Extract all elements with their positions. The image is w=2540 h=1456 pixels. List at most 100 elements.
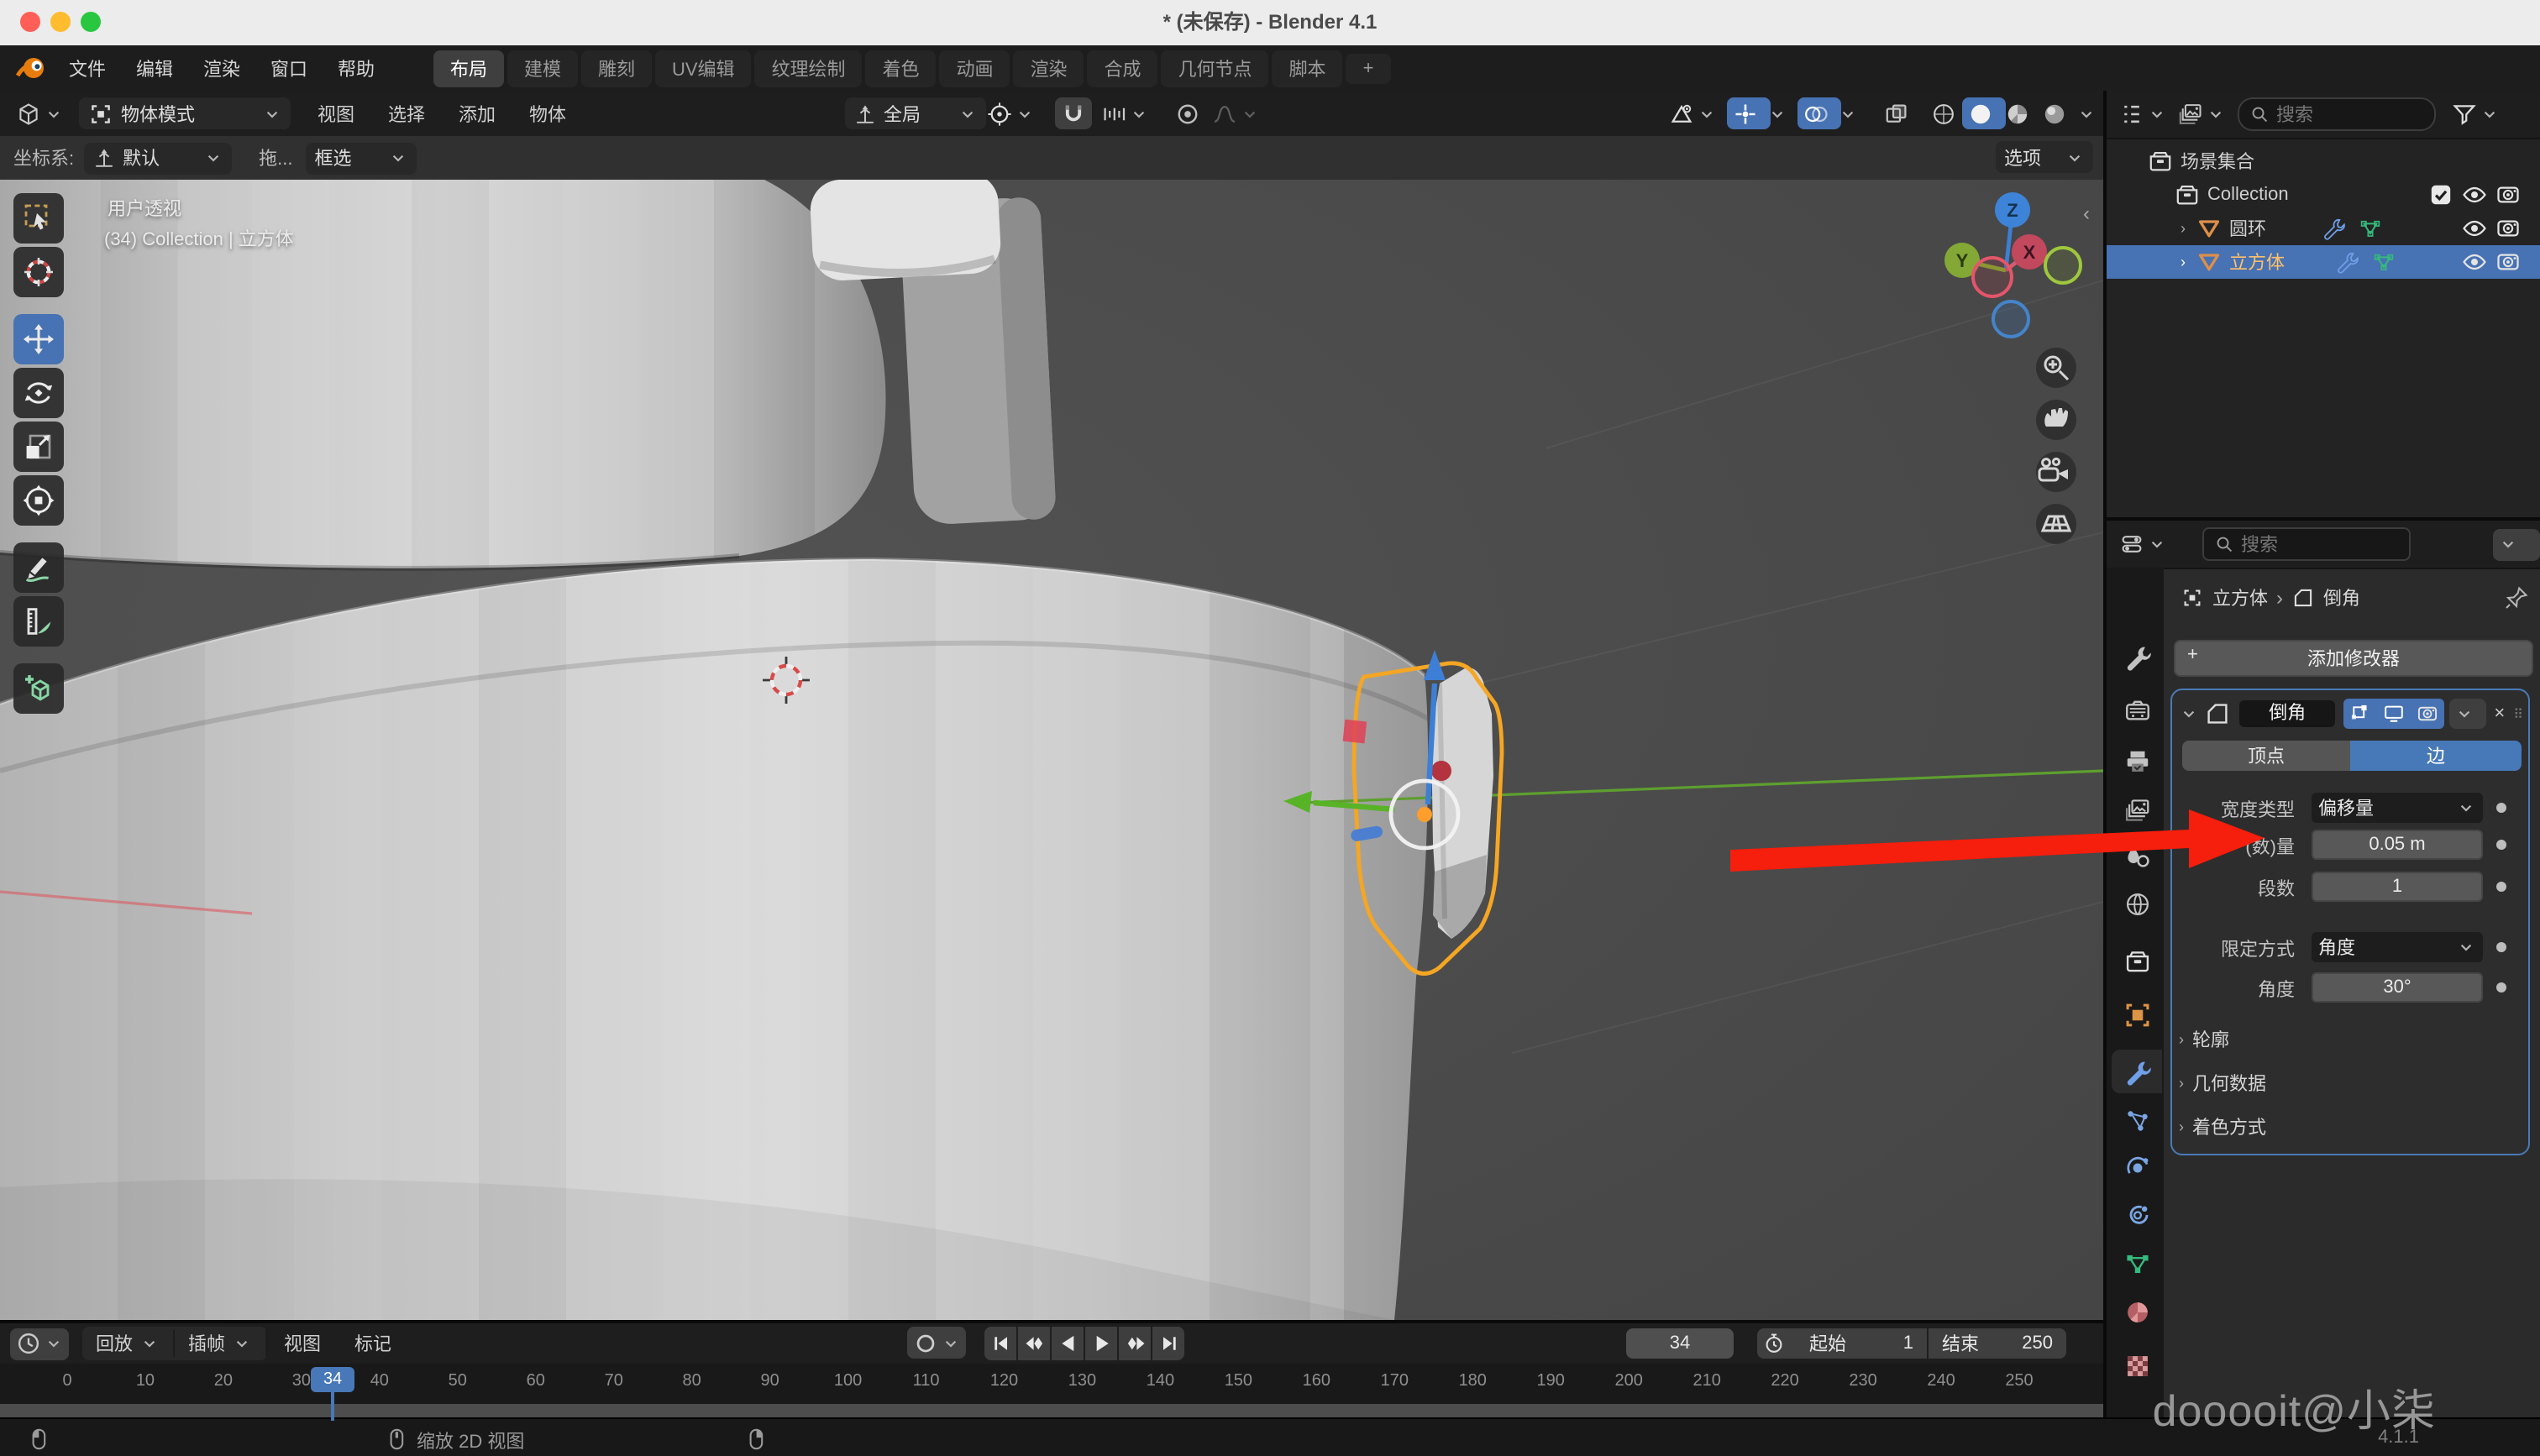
snap-toggle[interactable] [1055, 97, 1092, 129]
breadcrumb-modifier[interactable]: 倒角 [2323, 584, 2360, 611]
drag-handle-icon[interactable]: ⠿ [2513, 706, 2525, 721]
blender-logo-icon[interactable] [13, 51, 47, 85]
workspace-tab-渲染[interactable]: 渲染 [1014, 50, 1084, 86]
outliner-filter-button[interactable] [2446, 98, 2505, 130]
gizmo-dropdown[interactable] [1762, 97, 1794, 129]
viewport-menu-视图[interactable]: 视图 [301, 100, 371, 127]
workspace-tab-+[interactable]: + [1346, 53, 1391, 83]
outliner-display-mode-button[interactable] [2172, 98, 2231, 130]
snap-settings-button[interactable] [1095, 97, 1154, 129]
expand-icon[interactable]: › [2181, 254, 2186, 270]
camera-icon[interactable] [2495, 215, 2522, 242]
orientation-dropdown[interactable]: 全局 [845, 97, 986, 129]
viewport-menu-添加[interactable]: 添加 [442, 100, 512, 127]
decorator-dot[interactable] [2496, 840, 2506, 850]
menu-帮助[interactable]: 帮助 [323, 55, 390, 81]
viewport-canvas[interactable]: Z X Y ‹ 用户透视 (34) Collection | 立方体 [0, 180, 2103, 1320]
section-着色方式[interactable]: ›着色方式 [2179, 1113, 2266, 1140]
properties-tab-material[interactable] [2112, 1290, 2162, 1333]
properties-options-button[interactable] [2493, 528, 2540, 560]
workspace-tab-UV编辑[interactable]: UV编辑 [655, 50, 752, 86]
properties-editor-type-button[interactable] [2113, 528, 2172, 560]
overlays-dropdown[interactable] [1833, 97, 1865, 129]
editor-type-button[interactable] [10, 97, 69, 129]
pin-icon[interactable] [2503, 584, 2530, 611]
checkbox-icon[interactable] [2427, 181, 2454, 208]
workspace-tab-雕刻[interactable]: 雕刻 [581, 50, 652, 86]
viewport-menu-选择[interactable]: 选择 [371, 100, 442, 127]
zoom-button[interactable] [2036, 348, 2076, 388]
sidebar-collapse-icon[interactable]: ‹ [2083, 202, 2090, 225]
timeline-editor-type-button[interactable] [10, 1328, 69, 1359]
play-button[interactable] [1085, 1327, 1117, 1360]
decorator-dot[interactable] [2496, 942, 2506, 952]
decorator-dot[interactable] [2496, 982, 2506, 992]
properties-tab-output[interactable] [2112, 739, 2162, 783]
eye-icon[interactable] [2461, 215, 2488, 242]
tool-orientation-dropdown[interactable]: 默认 [84, 142, 232, 174]
playhead[interactable]: 34 [311, 1367, 354, 1421]
workspace-tab-动画[interactable]: 动画 [940, 50, 1010, 86]
prev-keyframe-button[interactable] [1018, 1327, 1050, 1360]
properties-tab-modifiers[interactable] [2112, 1050, 2162, 1093]
outliner-search-input[interactable]: 搜索 [2238, 97, 2436, 131]
field-slider[interactable]: 0.05 m [2312, 830, 2483, 860]
camera-icon[interactable] [2495, 249, 2522, 275]
expand-icon[interactable]: › [2181, 220, 2186, 237]
field-slider[interactable]: 1 [2312, 872, 2483, 902]
drag-mode-dropdown[interactable]: 框选 [306, 142, 417, 174]
toggle-edit-mode-display[interactable] [2344, 699, 2378, 729]
workspace-tab-建模[interactable]: 建模 [507, 50, 578, 86]
breadcrumb-object[interactable]: 立方体 [2212, 584, 2268, 611]
bevel-tab-vertices[interactable]: 顶点 [2182, 741, 2350, 771]
tool-rotate[interactable] [13, 368, 64, 418]
properties-tab-collection[interactable] [2112, 939, 2162, 982]
timeline-menu-标记[interactable]: 标记 [338, 1330, 408, 1357]
jump-end-button[interactable] [1152, 1327, 1184, 1360]
workspace-tab-着色[interactable]: 着色 [866, 50, 937, 86]
field-dropdown[interactable]: 角度 [2312, 932, 2483, 962]
menu-渲染[interactable]: 渲染 [188, 55, 255, 81]
properties-tab-object[interactable] [2112, 992, 2162, 1036]
outliner-row-torus[interactable]: › 圆环 [2107, 212, 2540, 245]
properties-search-input[interactable]: 搜索 [2202, 527, 2411, 561]
workspace-tab-布局[interactable]: 布局 [433, 50, 504, 86]
modifier-name-field[interactable]: 倒角 [2239, 700, 2336, 727]
outliner-row-collection[interactable]: Collection [2107, 178, 2540, 212]
menu-编辑[interactable]: 编辑 [121, 55, 188, 81]
properties-tab-view-layer[interactable] [2112, 788, 2162, 831]
play-reverse-button[interactable] [1052, 1327, 1084, 1360]
collapse-icon[interactable] [2179, 704, 2199, 724]
properties-tab-data[interactable] [2112, 1241, 2162, 1285]
close-window-button[interactable] [20, 12, 40, 32]
zoom-window-button[interactable] [81, 12, 101, 32]
tool-move[interactable] [13, 314, 64, 364]
decorator-dot[interactable] [2496, 882, 2506, 892]
eye-icon[interactable] [2461, 249, 2488, 275]
tool-select-box[interactable] [13, 193, 64, 244]
current-frame-field[interactable]: 34 [1626, 1328, 1734, 1359]
options-dropdown[interactable]: 选项 [1996, 141, 2093, 173]
tool-scale[interactable] [13, 422, 64, 472]
frame-end-field[interactable]: 结束250 [1929, 1328, 2066, 1359]
remove-modifier-button[interactable]: × [2494, 704, 2505, 724]
next-keyframe-button[interactable] [1119, 1327, 1151, 1360]
outliner-row-scene-collection[interactable]: 场景集合 [2107, 144, 2540, 178]
viewport-menu-物体[interactable]: 物体 [512, 100, 583, 127]
tool-annotate[interactable] [13, 542, 64, 593]
outliner-editor-type-button[interactable] [2113, 98, 2172, 130]
tool-transform[interactable] [13, 475, 64, 526]
proportional-editing-toggle[interactable] [1169, 97, 1206, 129]
section-轮廓[interactable]: ›轮廓 [2179, 1026, 2229, 1053]
workspace-tab-脚本[interactable]: 脚本 [1273, 50, 1343, 86]
frame-start-field[interactable]: 起始1 [1796, 1328, 1927, 1359]
minimize-window-button[interactable] [50, 12, 71, 32]
camera-icon[interactable] [2495, 181, 2522, 208]
properties-tab-constraints[interactable] [2112, 1194, 2162, 1238]
timeline-menu-插帧[interactable]: 插帧 [175, 1330, 267, 1357]
add-modifier-button[interactable]: + 添加修改器 [2174, 640, 2533, 677]
modifier-extras-button[interactable] [2450, 699, 2486, 729]
menu-文件[interactable]: 文件 [54, 55, 121, 81]
properties-tab-render[interactable] [2112, 689, 2162, 732]
proportional-falloff-button[interactable] [1206, 97, 1265, 129]
